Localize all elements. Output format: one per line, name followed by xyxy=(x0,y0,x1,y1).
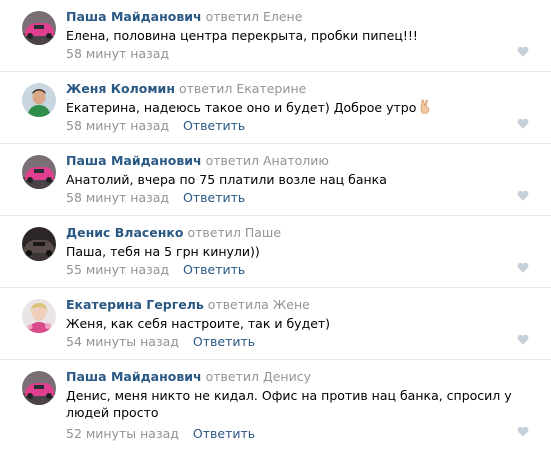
avatar[interactable] xyxy=(22,155,56,189)
reply-word: ответил xyxy=(178,81,233,96)
comment-item: Екатерина Гергель ответила Жене Женя, ка… xyxy=(0,288,551,360)
author-name[interactable]: Женя Коломин xyxy=(66,81,175,96)
reply-button[interactable]: Ответить xyxy=(193,426,255,441)
comment-time[interactable]: 58 минут назад xyxy=(66,190,169,205)
reply-button[interactable]: Ответить xyxy=(183,262,245,277)
avatar[interactable] xyxy=(22,11,56,45)
comment-text: Анатолий, вчера по 75 платили возле нац … xyxy=(66,172,387,187)
reply-word: ответил xyxy=(187,225,241,240)
reply-word: ответила xyxy=(207,297,269,312)
reply-to[interactable]: Денису xyxy=(263,369,311,384)
reply-word: ответил xyxy=(205,9,259,24)
comment-time[interactable]: 55 минут назад xyxy=(66,262,169,277)
avatar[interactable] xyxy=(22,371,56,405)
avatar[interactable] xyxy=(22,299,56,333)
reply-word: ответил xyxy=(205,369,259,384)
comment-time[interactable]: 54 минуты назад xyxy=(66,334,179,349)
comment-text: Елена, половина центра перекрыта, пробки… xyxy=(66,28,418,43)
comment-item: Паша Майданович ответил Елене Елена, пол… xyxy=(0,0,551,72)
comment-item: Паша Майданович ответил Денису Денис, ме… xyxy=(0,360,551,452)
comment-time[interactable]: 58 минут назад xyxy=(66,118,169,133)
reply-button[interactable]: Ответить xyxy=(183,190,245,205)
comment-time[interactable]: 52 минуты назад xyxy=(66,426,179,441)
comments-list: Паша Майданович ответил Елене Елена, пол… xyxy=(0,0,551,452)
reply-to[interactable]: Жене xyxy=(273,297,310,312)
reply-to[interactable]: Паше xyxy=(245,225,281,240)
reply-word: ответил xyxy=(205,153,259,168)
heart-icon[interactable] xyxy=(517,118,529,129)
author-name[interactable]: Екатерина Гергель xyxy=(66,297,204,312)
reply-to[interactable]: Анатолию xyxy=(263,153,329,168)
heart-icon[interactable] xyxy=(517,46,529,57)
comment-meta: 58 минут назад Ответить xyxy=(66,118,245,133)
heart-icon[interactable] xyxy=(517,262,529,273)
comment-meta: 58 минут назад xyxy=(66,46,169,61)
heart-icon[interactable] xyxy=(517,426,529,437)
comment-header: Денис Власенко ответил Паше xyxy=(66,225,281,240)
victory-hand-emoji-icon xyxy=(421,99,430,114)
comment-meta: 58 минут назад Ответить xyxy=(66,190,245,205)
heart-icon[interactable] xyxy=(517,334,529,345)
comment-meta: 52 минуты назад Ответить xyxy=(66,426,255,441)
comment-header: Екатерина Гергель ответила Жене xyxy=(66,297,310,312)
comment-meta: 55 минут назад Ответить xyxy=(66,262,245,277)
comment-item: Денис Власенко ответил Паше Паша, тебя н… xyxy=(0,216,551,288)
comment-item: Женя Коломин ответил Екатерине Екатерина… xyxy=(0,72,551,144)
heart-icon[interactable] xyxy=(517,190,529,201)
author-name[interactable]: Денис Власенко xyxy=(66,225,183,240)
comment-text: Денис, меня никто не кидал. Офис на прот… xyxy=(66,388,512,420)
avatar[interactable] xyxy=(22,83,56,117)
comment-text-content: Екатерина, надеюсь такое оно и будет) До… xyxy=(66,100,417,115)
comment-header: Паша Майданович ответил Елене xyxy=(66,9,302,24)
comment-header: Паша Майданович ответил Анатолию xyxy=(66,153,329,168)
author-name[interactable]: Паша Майданович xyxy=(66,153,202,168)
avatar[interactable] xyxy=(22,227,56,261)
comment-item: Паша Майданович ответил Анатолию Анатоли… xyxy=(0,144,551,216)
author-name[interactable]: Паша Майданович xyxy=(66,369,202,384)
author-name[interactable]: Паша Майданович xyxy=(66,9,202,24)
reply-to[interactable]: Елене xyxy=(263,9,302,24)
reply-button[interactable]: Ответить xyxy=(183,118,245,133)
comment-header: Паша Майданович ответил Денису xyxy=(66,369,311,384)
comment-text: Женя, как себя настроите, так и будет) xyxy=(66,316,331,331)
comment-time[interactable]: 58 минут назад xyxy=(66,46,169,61)
reply-button[interactable]: Ответить xyxy=(193,334,255,349)
comment-text: Екатерина, надеюсь такое оно и будет) До… xyxy=(66,99,521,116)
comment-text: Паша, тебя на 5 грн кинули)) xyxy=(66,244,260,259)
comment-header: Женя Коломин ответил Екатерине xyxy=(66,81,306,96)
comment-meta: 54 минуты назад Ответить xyxy=(66,334,255,349)
reply-to[interactable]: Екатерине xyxy=(236,81,306,96)
